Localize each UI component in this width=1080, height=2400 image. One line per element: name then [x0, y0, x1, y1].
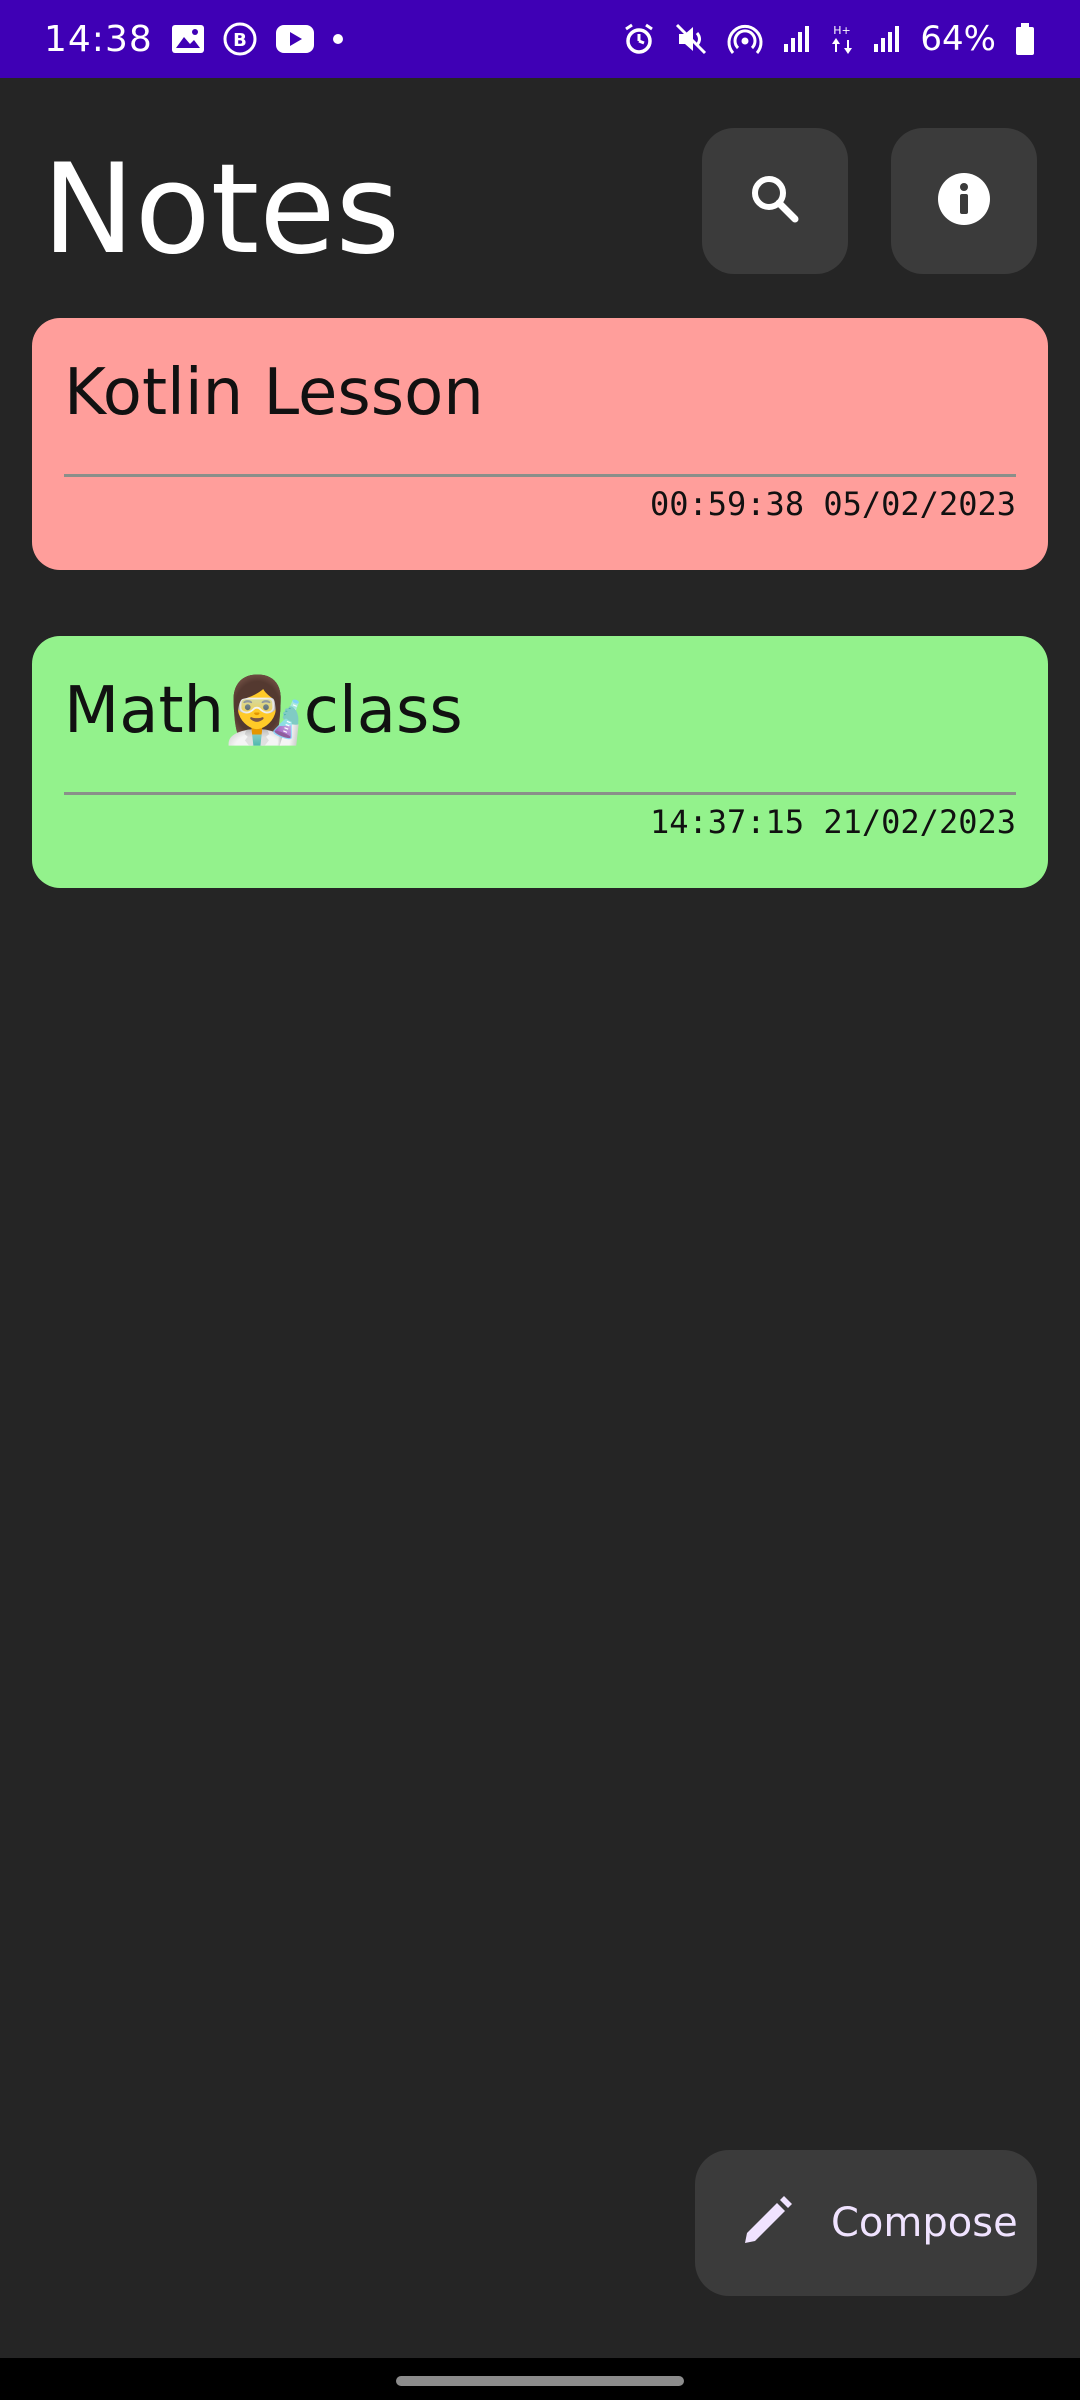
- dot-icon: [332, 34, 343, 44]
- youtube-icon: [275, 24, 315, 54]
- data-arrows-icon: H+: [830, 22, 854, 56]
- navigation-bar: [0, 2358, 1080, 2400]
- signal-icon-2: [872, 24, 902, 54]
- note-divider: [64, 474, 1016, 477]
- note-title: Math👩‍🔬class: [64, 674, 463, 748]
- status-time: 14:38: [44, 18, 153, 60]
- notes-screen: 14:38 B H+ 64% Notes Kotlin Lesson 00:59…: [0, 0, 1080, 2400]
- status-bar: 14:38 B H+ 64%: [0, 0, 1080, 78]
- page-title: Notes: [42, 138, 401, 282]
- note-title: Kotlin Lesson: [64, 356, 484, 430]
- search-button[interactable]: [702, 128, 848, 274]
- signal-icon: [782, 24, 812, 54]
- image-icon: [171, 24, 205, 54]
- note-timestamp: 00:59:38 05/02/2023: [649, 485, 1016, 523]
- alarm-icon: [622, 22, 656, 56]
- status-bar-right: H+ 64%: [622, 19, 1036, 59]
- svg-text:H+: H+: [834, 24, 852, 37]
- info-icon: [937, 172, 991, 230]
- note-timestamp: 14:37:15 21/02/2023: [649, 803, 1016, 841]
- pencil-icon: [741, 2195, 793, 2251]
- mute-icon: [674, 22, 708, 56]
- search-icon: [749, 173, 801, 229]
- note-card[interactable]: Kotlin Lesson 00:59:38 05/02/2023: [32, 318, 1048, 570]
- info-button[interactable]: [891, 128, 1037, 274]
- svg-text:B: B: [233, 30, 247, 51]
- compose-label: Compose: [831, 2200, 1018, 2246]
- battery-icon: [1014, 22, 1036, 56]
- hotspot-icon: [726, 22, 764, 56]
- compose-button[interactable]: Compose: [695, 2150, 1037, 2296]
- home-gesture-handle[interactable]: [396, 2376, 684, 2386]
- note-card[interactable]: Math👩‍🔬class 14:37:15 21/02/2023: [32, 636, 1048, 888]
- status-bar-left: 14:38 B: [44, 19, 343, 60]
- note-divider: [64, 792, 1016, 795]
- battery-percent: 64%: [920, 19, 996, 59]
- b-icon: B: [223, 22, 257, 56]
